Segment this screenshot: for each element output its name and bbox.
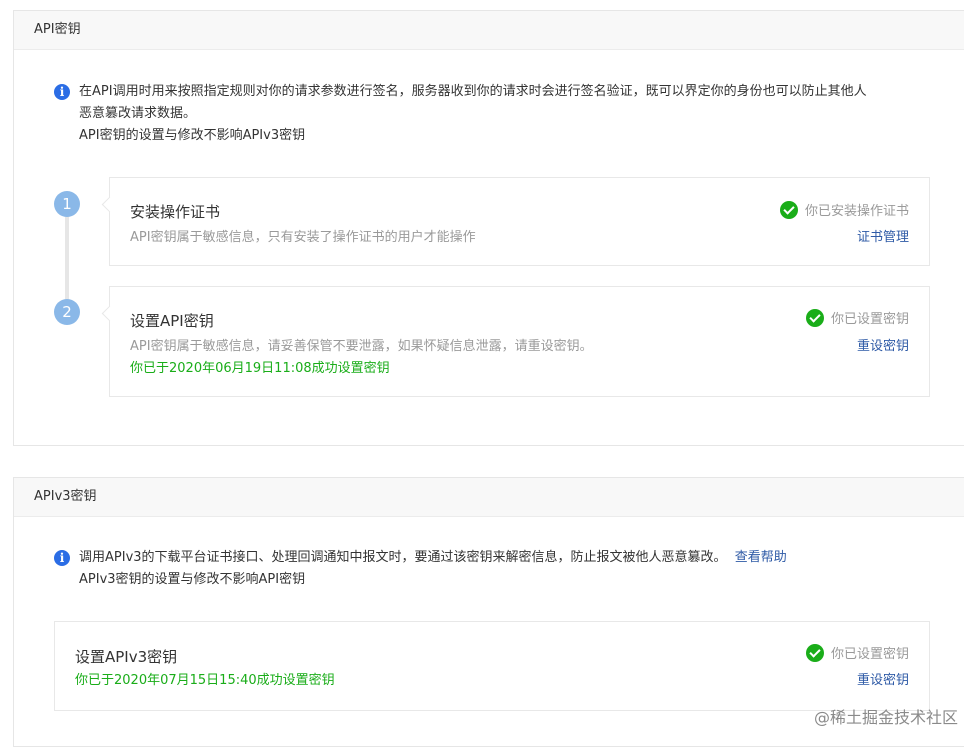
status-text: 你已设置密钥 bbox=[830, 312, 909, 327]
status-text: 你已安装操作证书 bbox=[804, 204, 909, 219]
card-description: API密钥属于敏感信息，只有安装了操作证书的用户才能操作 bbox=[130, 230, 476, 245]
info-icon: i bbox=[54, 84, 70, 100]
info-icon: i bbox=[54, 550, 70, 566]
step-connector-line bbox=[65, 216, 69, 306]
card-title: 设置APIv3密钥 bbox=[75, 648, 178, 666]
set-apiv3-key-card: 设置APIv3密钥 你已于2020年07月15日15:40成功设置密钥 你已设置… bbox=[54, 621, 930, 711]
status-text: 你已设置密钥 bbox=[830, 647, 909, 662]
api-key-info: i 在API调用时用来按照指定规则对你的请求参数进行签名，服务器收到你的请求时会… bbox=[54, 81, 954, 151]
status-key-set: 你已设置密钥 bbox=[805, 643, 909, 662]
api-key-info-line2: 恶意篡改请求数据。 bbox=[79, 106, 197, 121]
status-key-set: 你已设置密钥 bbox=[805, 308, 909, 327]
success-message: 你已于2020年07月15日15:40成功设置密钥 bbox=[75, 673, 335, 688]
step-number-2: 2 bbox=[54, 299, 80, 325]
api-key-panel: API密钥 i 在API调用时用来按照指定规则对你的请求参数进行签名，服务器收到… bbox=[13, 10, 964, 446]
apiv3-key-info: i 调用APIv3的下载平台证书接口、处理回调通知中报文时，要通过该密钥来解密信… bbox=[54, 547, 954, 593]
check-circle-icon bbox=[805, 643, 824, 662]
reset-key-link[interactable]: 重设密钥 bbox=[857, 669, 909, 688]
card-description: API密钥属于敏感信息，请妥善保管不要泄露，如果怀疑信息泄露，请重设密钥。 bbox=[130, 339, 593, 354]
install-certificate-card: 安装操作证书 API密钥属于敏感信息，只有安装了操作证书的用户才能操作 你已安装… bbox=[101, 177, 930, 266]
card-title: 设置API密钥 bbox=[130, 312, 214, 330]
api-key-panel-title: API密钥 bbox=[14, 11, 964, 50]
watermark: @稀土掘金技术社区 bbox=[813, 708, 958, 727]
check-circle-icon bbox=[779, 200, 798, 219]
card-title: 安装操作证书 bbox=[130, 203, 221, 221]
certificate-management-link[interactable]: 证书管理 bbox=[857, 226, 909, 245]
success-message: 你已于2020年06月19日11:08成功设置密钥 bbox=[130, 361, 390, 376]
status-installed: 你已安装操作证书 bbox=[779, 200, 909, 219]
apiv3-info-line2: APIv3密钥的设置与修改不影响API密钥 bbox=[79, 572, 306, 587]
reset-key-link[interactable]: 重设密钥 bbox=[857, 335, 909, 354]
apiv3-key-panel-title: APIv3密钥 bbox=[14, 478, 964, 517]
set-api-key-card: 设置API密钥 API密钥属于敏感信息，请妥善保管不要泄露，如果怀疑信息泄露，请… bbox=[101, 286, 930, 397]
step-number-1: 1 bbox=[54, 191, 80, 217]
api-key-info-line1: 在API调用时用来按照指定规则对你的请求参数进行签名，服务器收到你的请求时会进行… bbox=[79, 84, 867, 99]
api-key-info-line3: API密钥的设置与修改不影响APIv3密钥 bbox=[79, 128, 306, 143]
apiv3-info-line1: 调用APIv3的下载平台证书接口、处理回调通知中报文时，要通过该密钥来解密信息，… bbox=[79, 550, 727, 565]
view-help-link[interactable]: 查看帮助 bbox=[735, 550, 787, 565]
check-circle-icon bbox=[805, 308, 824, 327]
